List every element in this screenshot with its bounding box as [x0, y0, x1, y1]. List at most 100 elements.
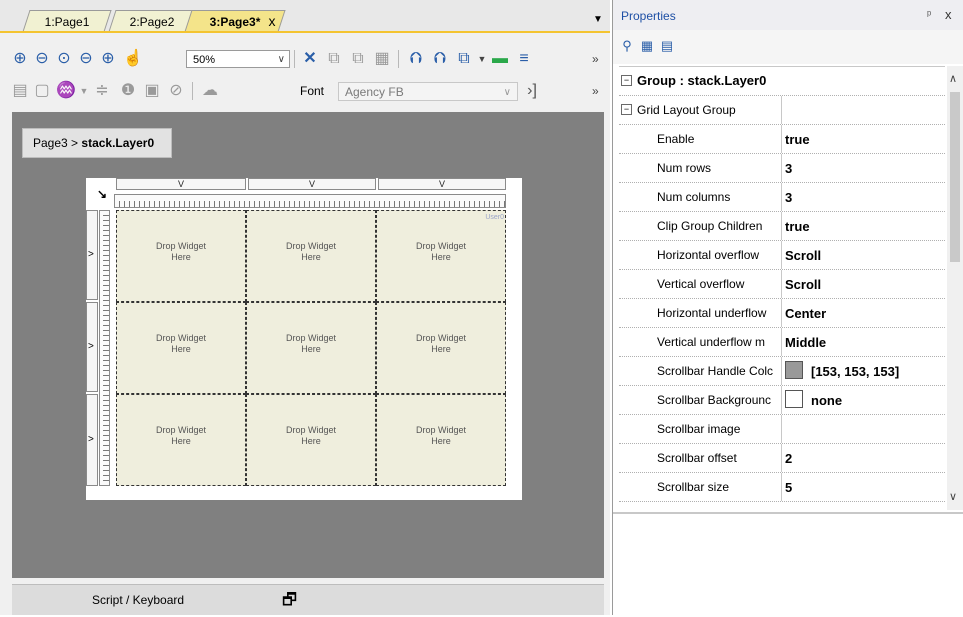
property-value[interactable]: 3 [785, 154, 943, 182]
restore-window-icon[interactable]: 🗗 [282, 589, 297, 616]
zoom-select[interactable]: 50% ∨ [186, 50, 290, 68]
property-value[interactable]: 3 [785, 183, 943, 211]
zoom-in-icon[interactable]: ⊕ [10, 48, 30, 70]
categorized-view-icon[interactable]: ⚲ [619, 38, 635, 54]
zoom-out-icon[interactable]: ⊖ [32, 48, 52, 70]
pan-hand-icon[interactable]: ☝ [122, 48, 144, 70]
collapse-icon[interactable]: − [621, 75, 632, 86]
ungroup-icon[interactable]: ⧉ [348, 48, 368, 70]
tab-dropdown-icon[interactable]: ▼ [593, 14, 603, 25]
table-icon[interactable]: ▤ [10, 80, 30, 102]
fill-dropdown-icon[interactable]: ▼ [74, 80, 94, 102]
script-keyboard-bar[interactable]: Script / Keyboard 🗗 [12, 584, 604, 615]
design-canvas[interactable]: Page3 > stack.Layer0 ↘ V V V > > > Drop … [12, 112, 604, 578]
cell-text: Here [171, 252, 191, 262]
alphabetical-view-icon[interactable]: ▦ [639, 38, 655, 54]
breadcrumb-layer[interactable]: stack.Layer0 [81, 136, 154, 150]
property-value[interactable]: Middle [785, 328, 943, 356]
property-row[interactable]: Scrollbar size 5 [619, 473, 945, 502]
zoom-selection-icon[interactable]: ⊕ [98, 48, 118, 70]
font-next-icon[interactable]: ›] [522, 80, 542, 102]
drop-widget-cell[interactable]: Drop Widget Here [376, 210, 506, 302]
grid-icon[interactable]: ▦ [372, 48, 392, 70]
fill-color-icon[interactable]: ♒ [56, 80, 76, 102]
frame-icon[interactable]: ▢ [32, 80, 52, 102]
drop-widget-cell[interactable]: Drop Widget Here [246, 394, 376, 486]
font-select[interactable]: Agency FB ∨ [338, 82, 518, 101]
scroll-thumb[interactable] [950, 92, 960, 262]
no-style-icon[interactable]: ⊘ [166, 80, 186, 102]
property-row[interactable]: Scrollbar offset 2 [619, 444, 945, 473]
property-row[interactable]: Vertical overflow Scroll [619, 270, 945, 299]
property-row[interactable]: Vertical underflow m Middle [619, 328, 945, 357]
drop-widget-cell[interactable]: Drop Widget Here [376, 394, 506, 486]
scroll-up-icon[interactable]: ∧ [949, 72, 957, 85]
drop-widget-cell[interactable]: Drop Widget Here [376, 302, 506, 394]
group-icon[interactable]: ⧉ [324, 48, 344, 70]
align-dropdown-icon[interactable]: ▼ [472, 48, 492, 70]
property-grid-scrollbar[interactable]: ∧ ∨ [947, 66, 963, 510]
property-value[interactable]: true [785, 125, 943, 153]
property-value[interactable]: Scroll [785, 241, 943, 269]
scroll-down-icon[interactable]: ∨ [949, 490, 957, 503]
image-icon[interactable]: ▣ [142, 80, 162, 102]
property-value[interactable]: [153, 153, 153] [785, 357, 943, 385]
row-handle[interactable]: > [86, 394, 98, 486]
row-handle[interactable]: > [86, 302, 98, 392]
grid-layout-group[interactable]: Drop Widget Here Drop Widget Here Drop Wid… [116, 210, 506, 486]
toolbar-overflow-icon[interactable]: » [592, 52, 599, 66]
comment-icon[interactable]: ☁ [200, 80, 220, 102]
property-value[interactable]: 2 [785, 444, 943, 472]
column-handle[interactable]: V [248, 178, 376, 190]
info-icon[interactable]: ❶ [118, 80, 138, 102]
zoom-page-icon[interactable]: ⊖ [76, 48, 96, 70]
property-value[interactable]: none [785, 386, 943, 414]
breadcrumb-page[interactable]: Page3 [33, 136, 68, 150]
property-pages-icon[interactable]: ▤ [659, 38, 675, 54]
property-value[interactable]: true [785, 212, 943, 240]
tab-page2[interactable]: 2:Page2 [108, 10, 196, 32]
delete-icon[interactable]: ✕ [300, 48, 320, 70]
property-row[interactable]: Horizontal underflow Center [619, 299, 945, 328]
line-style-icon[interactable]: ≑ [92, 80, 112, 102]
property-row[interactable]: Horizontal overflow Scroll [619, 241, 945, 270]
tab-page1[interactable]: 1:Page1 [22, 10, 112, 32]
property-row[interactable]: Scrollbar Handle Colc [153, 153, 153] [619, 357, 945, 386]
column-handle[interactable]: V [378, 178, 506, 190]
property-row[interactable]: Clip Group Children true [619, 212, 945, 241]
drop-widget-cell[interactable]: Drop Widget Here [246, 302, 376, 394]
property-row[interactable]: Num rows 3 [619, 154, 945, 183]
cell-text: Drop Widget [155, 241, 207, 251]
drop-widget-cell[interactable]: Drop Widget Here [116, 394, 246, 486]
property-value[interactable]: Scroll [785, 270, 943, 298]
align-icon[interactable]: ⧉ [454, 48, 474, 70]
property-value[interactable] [785, 415, 943, 443]
color-swatch[interactable] [785, 361, 803, 379]
collapse-icon[interactable]: − [621, 104, 632, 115]
corner-arrow-icon[interactable]: ↘ [92, 186, 112, 202]
section-header-row[interactable]: − Grid Layout Group [619, 96, 945, 125]
zoom-fit-icon[interactable]: ⊙ [54, 48, 74, 70]
property-row[interactable]: Scrollbar Backgrounc none [619, 386, 945, 415]
bring-forward-icon[interactable]: ⮉ [406, 48, 426, 70]
color-swatch[interactable] [785, 390, 803, 408]
property-value[interactable]: Center [785, 299, 943, 327]
group-header-row[interactable]: − Group : stack.Layer0 [619, 67, 945, 96]
layer-blue-icon[interactable]: ≡ [514, 48, 534, 70]
drop-widget-cell[interactable]: Drop Widget Here [246, 210, 376, 302]
row-handle[interactable]: > [86, 210, 98, 300]
property-row[interactable]: Scrollbar image [619, 415, 945, 444]
property-row[interactable]: Enable true [619, 125, 945, 154]
pin-icon[interactable]: ᵖ [927, 9, 931, 21]
column-handle[interactable]: V [116, 178, 246, 190]
toolbar-overflow-icon[interactable]: » [592, 84, 599, 98]
close-tab-icon[interactable]: x [265, 12, 279, 30]
property-row[interactable]: Num columns 3 [619, 183, 945, 212]
tab-label: 1:Page1 [44, 15, 90, 29]
drop-widget-cell[interactable]: Drop Widget Here [116, 302, 246, 394]
layer-green-icon[interactable]: ▬ [490, 48, 510, 70]
drop-widget-cell[interactable]: Drop Widget Here [116, 210, 246, 302]
close-icon[interactable]: x [945, 7, 952, 22]
property-value[interactable]: 5 [785, 473, 943, 501]
send-backward-icon[interactable]: ⮉ [430, 48, 450, 70]
